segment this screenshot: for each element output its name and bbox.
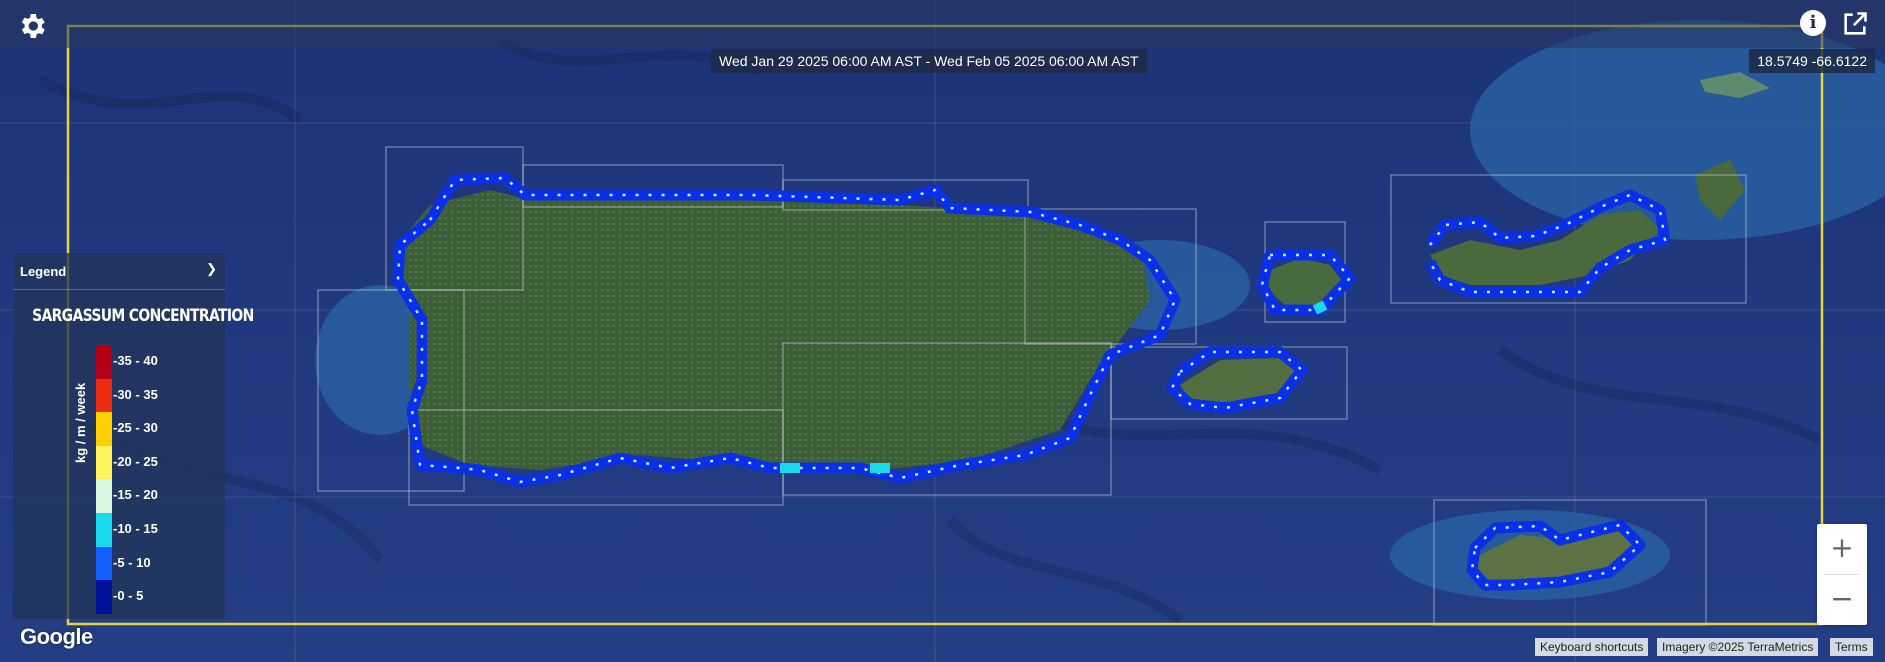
legend-swatch: [96, 479, 112, 513]
legend-range-label: -30 - 35: [113, 386, 158, 402]
color-ramp: [96, 345, 112, 614]
legend-range-label: -10 - 15: [113, 521, 158, 536]
legend-swatch: [96, 512, 112, 547]
settings-gear-icon[interactable]: [16, 10, 48, 42]
terms-link[interactable]: Terms: [1830, 638, 1873, 656]
satellite-map[interactable]: i Wed Jan 29 2025 06:00 AM AST - Wed Feb…: [0, 0, 1885, 662]
legend-range-label: -25 - 30: [113, 420, 158, 436]
cursor-coordinates: 18.5749 -66.6122: [1749, 49, 1875, 73]
zoom-out-button[interactable]: −: [1817, 575, 1867, 625]
map-imagery: [0, 0, 1885, 662]
legend-range-label: -5 - 10: [113, 554, 151, 570]
zoom-control: + −: [1817, 524, 1867, 625]
legend-swatch: [96, 580, 112, 614]
legend-swatch: [96, 546, 112, 581]
top-bar: [0, 0, 1885, 48]
legend-range-label: -35 - 40: [113, 353, 158, 368]
legend-swatch: [96, 445, 112, 480]
chevron-down-icon[interactable]: ❯: [206, 261, 217, 277]
legend-layer-name: SARGASSUM CONCENTRATION: [32, 306, 254, 326]
google-logo: Google: [20, 624, 93, 649]
keyboard-shortcuts-link[interactable]: Keyboard shortcuts: [1535, 638, 1649, 656]
legend-swatch: [96, 345, 112, 379]
open-external-icon[interactable]: [1841, 10, 1869, 38]
legend-range-label: -0 - 5: [113, 588, 144, 604]
legend-swatch: [96, 378, 112, 413]
imagery-attribution: Imagery ©2025 TerraMetrics: [1657, 638, 1819, 656]
zoom-in-button[interactable]: +: [1817, 524, 1867, 574]
legend-title: Legend: [20, 264, 67, 279]
legend-toggle[interactable]: Legend ❯: [13, 253, 225, 290]
info-icon[interactable]: i: [1800, 10, 1826, 36]
legend-range-label: -15 - 20: [113, 487, 158, 503]
date-range-label: Wed Jan 29 2025 06:00 AM AST - Wed Feb 0…: [711, 49, 1147, 73]
legend-range-label: -20 - 25: [113, 453, 158, 469]
legend-swatch: [96, 412, 112, 446]
legend-unit-label: kg / m / week: [73, 382, 88, 463]
